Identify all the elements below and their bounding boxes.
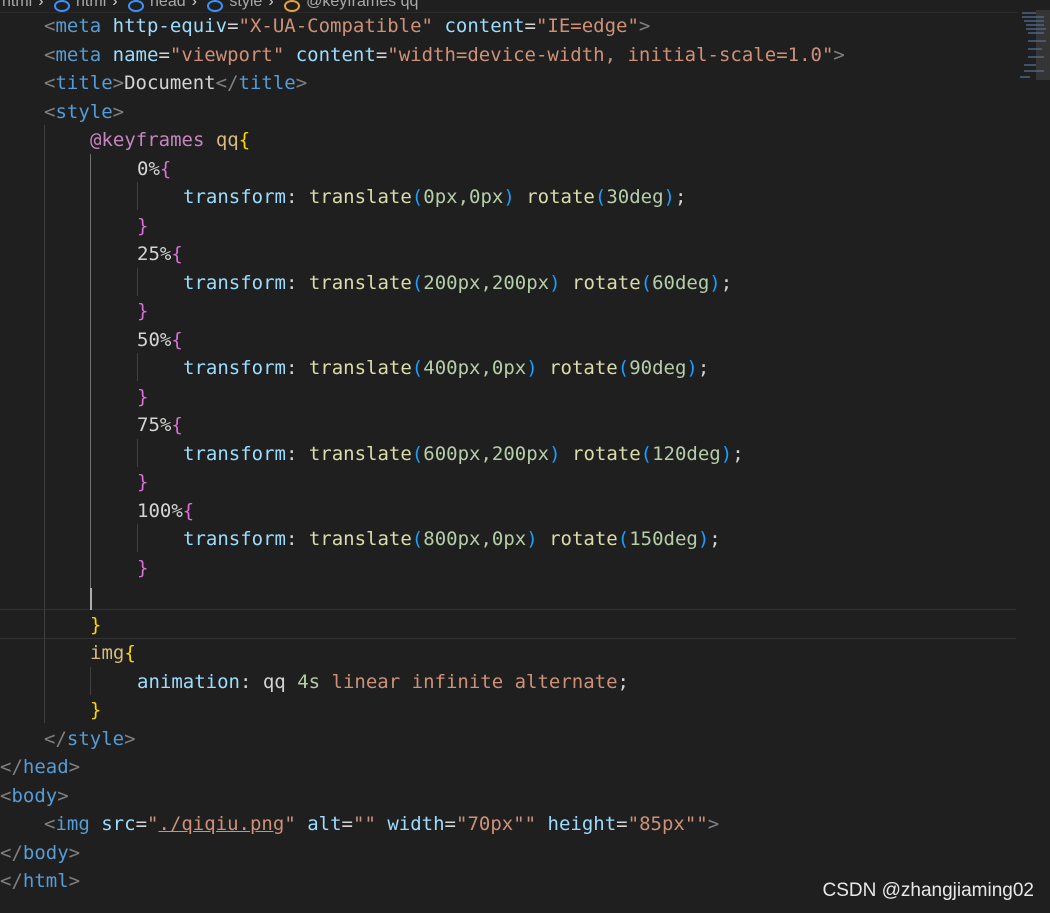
indent-guide (90, 667, 91, 695)
code-line[interactable]: transform: translate(400px,0px) rotate(9… (183, 354, 709, 383)
code-line[interactable]: 75%{ (137, 411, 183, 440)
breadcrumb-item[interactable]: html (76, 0, 106, 10)
keyframes-icon (284, 0, 301, 12)
code-line[interactable]: transform: translate(800px,0px) rotate(1… (183, 525, 721, 554)
code-line[interactable]: transform: translate(200px,200px) rotate… (183, 269, 732, 298)
code-line[interactable]: 25%{ (137, 240, 183, 269)
code-line[interactable]: transform: translate(0px,0px) rotate(30d… (183, 183, 686, 212)
code-line[interactable]: } (137, 212, 148, 241)
indent-guide (137, 268, 138, 296)
code-line[interactable]: 0%{ (137, 155, 171, 184)
breadcrumb-item[interactable]: html (2, 0, 32, 10)
image-path-link: ./qiqiu.png (158, 813, 285, 835)
minimap-line (1028, 32, 1044, 34)
element-icon (128, 0, 145, 12)
minimap-line (1022, 12, 1036, 14)
code-line[interactable]: <style> (44, 98, 124, 127)
element-icon (54, 0, 71, 12)
code-line[interactable]: </head> (0, 753, 80, 782)
code-line[interactable]: } (90, 696, 101, 725)
code-line[interactable]: } (90, 611, 101, 640)
code-line[interactable]: 100%{ (137, 497, 194, 526)
breadcrumb-item[interactable]: head (150, 0, 186, 10)
code-line[interactable]: transform: translate(600px,200px) rotate… (183, 440, 744, 469)
minimap-line (1020, 76, 1030, 78)
minimap-line (1024, 64, 1036, 66)
minimap-line (1028, 40, 1046, 42)
code-line[interactable]: <body> (0, 782, 69, 811)
current-line-highlight (0, 609, 1016, 639)
breadcrumb-item[interactable]: @keyframes qq (306, 0, 418, 10)
minimap-line (1024, 70, 1044, 72)
minimap-line (1022, 16, 1044, 18)
code-line[interactable]: img{ (90, 639, 136, 668)
code-line[interactable]: <title>Document</title> (44, 69, 307, 98)
code-line[interactable]: </html> (0, 867, 80, 896)
indent-guide (137, 182, 138, 210)
code-line[interactable]: } (137, 383, 148, 412)
code-line[interactable]: <img src="./qiqiu.png" alt="" width="70p… (44, 810, 719, 839)
minimap-line (1026, 24, 1044, 26)
breadcrumb-item[interactable]: style (229, 0, 262, 10)
code-line[interactable]: } (137, 297, 148, 326)
indent-guide-active (90, 154, 91, 610)
code-line[interactable]: animation: qq 4s linear infinite alterna… (137, 668, 629, 697)
indent-guide (137, 353, 138, 381)
minimap-line (1026, 28, 1046, 30)
code-line[interactable]: } (137, 468, 148, 497)
code-line[interactable]: <meta name="viewport" content="width=dev… (44, 41, 845, 70)
code-line[interactable]: 50%{ (137, 326, 183, 355)
minimap-line (1028, 48, 1042, 50)
code-line[interactable]: <meta http-equiv="X-UA-Compatible" conte… (44, 12, 650, 41)
minimap-line (1028, 56, 1044, 58)
watermark: CSDN @zhangjiaming02 (822, 880, 1035, 901)
code-line[interactable]: </body> (0, 839, 80, 868)
indent-guide (137, 439, 138, 467)
code-editor[interactable]: html › html › head › style › @keyframes qq <… (0, 0, 1050, 913)
text-cursor (90, 588, 92, 610)
code-line[interactable]: </style> (44, 725, 136, 754)
minimap[interactable] (1018, 0, 1050, 913)
code-line[interactable]: @keyframes qq{ (90, 126, 250, 155)
minimap-line (1024, 20, 1044, 22)
element-icon (207, 0, 224, 12)
code-line[interactable]: } (137, 554, 148, 583)
indent-guide (137, 524, 138, 552)
